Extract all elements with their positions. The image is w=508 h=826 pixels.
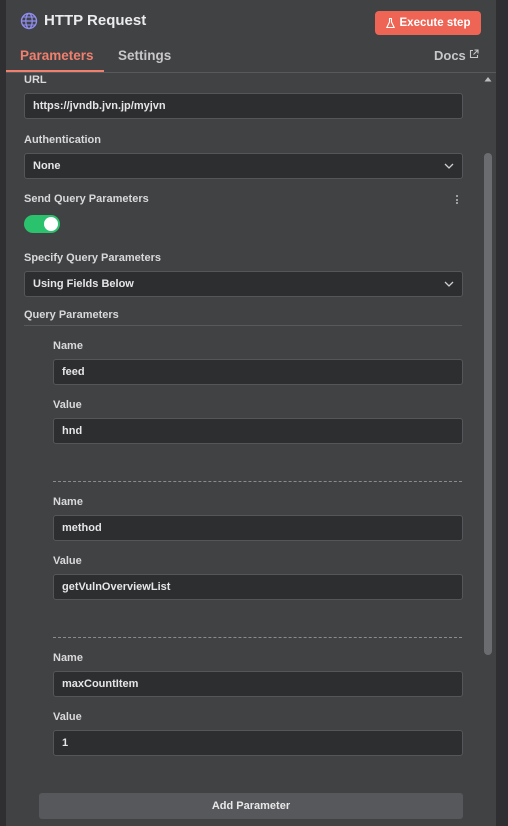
url-field[interactable]: https://jvndb.jvn.jp/myjvn: [24, 93, 463, 119]
execute-step-button[interactable]: Execute step: [375, 11, 481, 35]
query-parameters-label: Query Parameters: [24, 309, 119, 321]
flask-icon: [385, 17, 395, 28]
parameter-divider: [53, 481, 462, 482]
param-value-field[interactable]: hnd: [53, 418, 463, 444]
docs-label: Docs: [434, 48, 466, 63]
param-value-field[interactable]: getVulnOverviewList: [53, 574, 463, 600]
panel-header: HTTP Request Execute step: [6, 0, 496, 44]
add-parameter-button[interactable]: Add Parameter: [39, 793, 463, 819]
authentication-select[interactable]: None: [24, 153, 463, 179]
kebab-menu-icon[interactable]: [454, 195, 460, 207]
parameter-divider: [53, 637, 462, 638]
url-label: URL: [24, 74, 47, 86]
external-link-icon: [469, 49, 479, 59]
execute-step-label: Execute step: [399, 17, 471, 29]
param-value-label: Value: [53, 711, 82, 723]
param-name-field[interactable]: feed: [53, 359, 463, 385]
globe-icon: [20, 12, 38, 30]
section-divider: [24, 325, 462, 326]
scroll-up-arrow-icon[interactable]: [484, 76, 492, 82]
tab-settings[interactable]: Settings: [118, 48, 171, 63]
tab-parameters[interactable]: Parameters: [20, 48, 94, 63]
parameters-content: URL https://jvndb.jvn.jp/myjvn Authentic…: [6, 73, 482, 826]
node-title: HTTP Request: [44, 12, 147, 29]
param-value-field[interactable]: 1: [53, 730, 463, 756]
specify-query-select[interactable]: Using Fields Below: [24, 271, 463, 297]
authentication-label: Authentication: [24, 134, 101, 146]
authentication-value: None: [33, 160, 61, 172]
send-query-label: Send Query Parameters: [24, 193, 149, 205]
node-panel: HTTP Request Execute step Parameters Set…: [6, 0, 496, 826]
param-name-label: Name: [53, 652, 83, 664]
param-name-field[interactable]: maxCountItem: [53, 671, 463, 697]
send-query-toggle[interactable]: [24, 215, 60, 233]
specify-query-value: Using Fields Below: [33, 278, 134, 290]
docs-link[interactable]: Docs: [434, 48, 479, 63]
chevron-down-icon: [444, 163, 454, 169]
canvas-edge: [496, 0, 508, 826]
active-tab-indicator: [6, 70, 104, 72]
specify-query-label: Specify Query Parameters: [24, 252, 161, 264]
tab-bar: Parameters Settings Docs: [6, 44, 496, 73]
param-value-label: Value: [53, 399, 82, 411]
param-name-field[interactable]: method: [53, 515, 463, 541]
param-value-label: Value: [53, 555, 82, 567]
param-name-label: Name: [53, 496, 83, 508]
chevron-down-icon: [444, 281, 454, 287]
scrollbar-thumb[interactable]: [484, 153, 492, 655]
param-name-label: Name: [53, 340, 83, 352]
toggle-knob: [44, 217, 58, 231]
